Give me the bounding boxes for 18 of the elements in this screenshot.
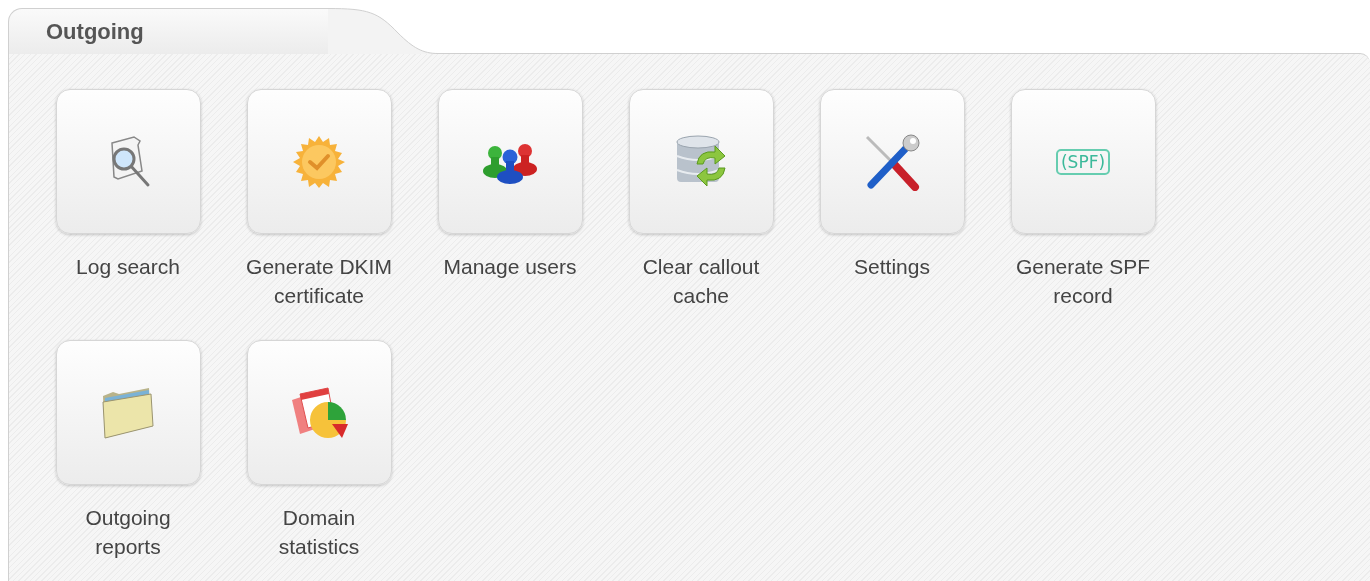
tool-label: Domain statistics bbox=[277, 505, 361, 560]
pie-chart-report-icon bbox=[290, 385, 348, 440]
tool-label: Generate SPF record bbox=[1014, 254, 1152, 309]
tool-button[interactable]: (SPF) bbox=[1010, 89, 1156, 234]
tool-label: Outgoing reports bbox=[84, 505, 172, 560]
tool-label: Manage users bbox=[442, 254, 578, 280]
tool-button[interactable] bbox=[246, 340, 392, 485]
tool-label: Clear callout cache bbox=[641, 254, 761, 309]
spf-label-icon: (SPF) bbox=[1055, 148, 1111, 175]
tool-button[interactable] bbox=[437, 89, 583, 234]
tools-icon bbox=[863, 132, 921, 191]
folder-icon bbox=[99, 385, 157, 440]
tool-button[interactable] bbox=[819, 89, 965, 234]
tool-label: Settings bbox=[853, 254, 931, 280]
panel-title: Outgoing bbox=[46, 18, 144, 45]
seal-check-icon bbox=[292, 134, 346, 189]
tool-label: Log search bbox=[75, 254, 181, 280]
tool-label: Generate DKIM certificate bbox=[245, 254, 393, 309]
